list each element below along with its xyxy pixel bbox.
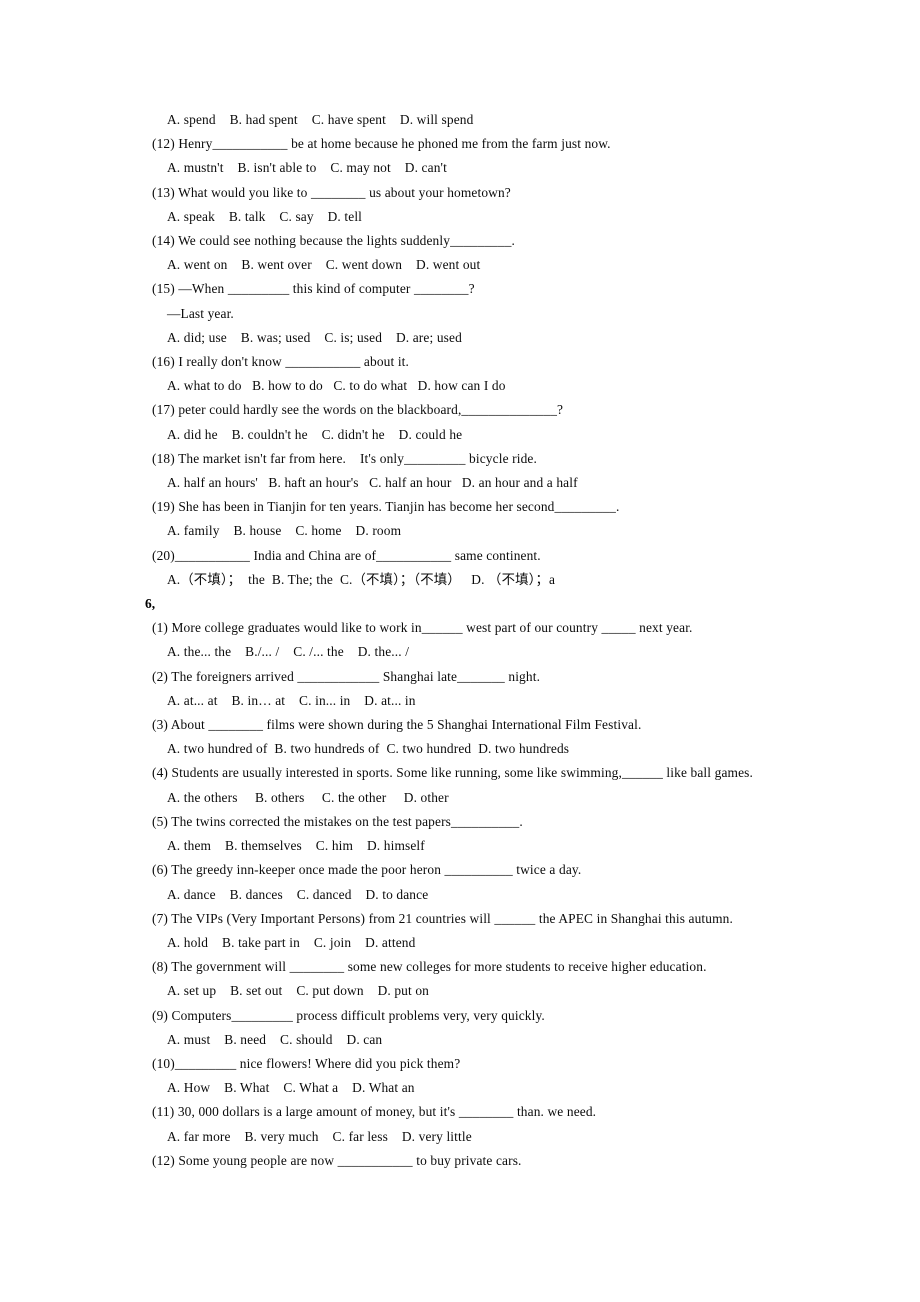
answer-options-line: A. dance B. dances C. danced D. to dance xyxy=(167,886,429,902)
question-line: (2) The foreigners arrived ____________ … xyxy=(152,668,541,684)
question-line: (16) I really don't know ___________ abo… xyxy=(152,354,410,370)
answer-options-line: A. mustn't B. isn't able to C. may not D… xyxy=(167,160,447,176)
answer-options-line: A. far more B. very much C. far less D. … xyxy=(167,1128,472,1144)
question-continuation-line: —Last year. xyxy=(167,305,234,321)
question-line: (15) —When _________ this kind of comput… xyxy=(152,281,475,297)
question-line: (12) Henry___________ be at home because… xyxy=(152,136,611,152)
question-line: (18) The market isn't far from here. It'… xyxy=(152,450,537,466)
question-line: (14) We could see nothing because the li… xyxy=(152,233,516,249)
answer-options-line: A. the... the B./... / C. /... the D. th… xyxy=(167,644,410,660)
answer-options-line: A. spend B. had spent C. have spent D. w… xyxy=(167,112,474,127)
question-line: (10)_________ nice flowers! Where did yo… xyxy=(152,1055,461,1071)
document-page: A. spend B. had spent C. have spent D. w… xyxy=(0,0,920,1302)
answer-options-line: A. at... at B. in… at C. in... in D. at.… xyxy=(167,692,416,708)
question-line: (5) The twins corrected the mistakes on … xyxy=(152,813,523,829)
question-line: (12) Some young people are now _________… xyxy=(152,1152,522,1168)
question-line: (17) peter could hardly see the words on… xyxy=(152,402,564,418)
question-line: (1) More college graduates would like to… xyxy=(152,620,693,636)
question-line: (20)___________ India and China are of__… xyxy=(152,547,541,563)
answer-options-line: A. did he B. couldn't he C. didn't he D.… xyxy=(167,426,463,442)
question-line: (4) Students are usually interested in s… xyxy=(152,765,753,781)
question-line: (8) The government will ________ some ne… xyxy=(152,959,707,975)
question-line: (19) She has been in Tianjin for ten yea… xyxy=(152,499,620,515)
worksheet-content: A. spend B. had spent C. have spent D. w… xyxy=(145,108,770,1173)
section-heading: 6, xyxy=(145,596,156,612)
answer-options-line: A. must B. need C. should D. can xyxy=(167,1031,383,1047)
answer-options-line: A.（不填）； the B. The; the C.（不填）；（不填） D. （… xyxy=(167,571,556,587)
question-line: (11) 30, 000 dollars is a large amount o… xyxy=(152,1104,597,1120)
answer-options-line: A. did; use B. was; used C. is; used D. … xyxy=(167,329,462,345)
answer-options-line: A. half an hours' B. haft an hour's C. h… xyxy=(167,475,578,491)
answer-options-line: A. set up B. set out C. put down D. put … xyxy=(167,983,430,999)
question-line: (7) The VIPs (Very Important Persons) fr… xyxy=(152,910,733,926)
answer-options-line: A. family B. house C. home D. room xyxy=(167,523,402,539)
answer-options-line: A. two hundred of B. two hundreds of C. … xyxy=(167,741,570,757)
answer-options-line: A. speak B. talk C. say D. tell xyxy=(167,208,363,224)
answer-options-line: A. them B. themselves C. him D. himself xyxy=(167,838,425,854)
answer-options-line: A. the others B. others C. the other D. … xyxy=(167,789,449,805)
answer-options-line: A. what to do B. how to do C. to do what… xyxy=(167,378,506,394)
answer-options-line: A. hold B. take part in C. join D. atten… xyxy=(167,934,416,950)
answer-options-line: A. How B. What C. What a D. What an xyxy=(167,1080,415,1096)
question-line: (9) Computers_________ process difficult… xyxy=(152,1007,545,1023)
question-line: (6) The greedy inn-keeper once made the … xyxy=(152,862,582,878)
answer-options-line: A. went on B. went over C. went down D. … xyxy=(167,257,481,273)
question-line: (3) About ________ films were shown duri… xyxy=(152,717,642,733)
question-line: (13) What would you like to ________ us … xyxy=(152,184,511,200)
